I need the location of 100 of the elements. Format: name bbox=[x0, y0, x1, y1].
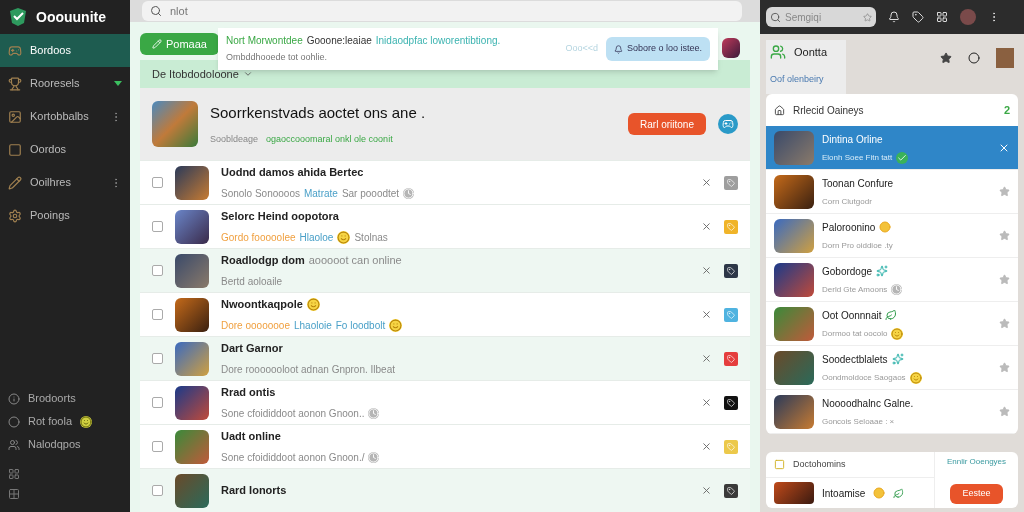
text: Roadlodgp dom bbox=[221, 252, 305, 268]
note-icon bbox=[774, 459, 785, 470]
star-icon[interactable] bbox=[999, 186, 1010, 197]
game-thumbnail bbox=[175, 341, 209, 376]
game-thumbnail bbox=[774, 218, 814, 253]
game-thumbnail bbox=[175, 297, 209, 332]
search-field[interactable]: nlot bbox=[142, 1, 742, 21]
item-title: Paloroonino bbox=[822, 220, 876, 235]
circle-icon[interactable] bbox=[968, 52, 980, 64]
clock-icon bbox=[403, 188, 415, 200]
close-icon[interactable] bbox=[701, 397, 712, 408]
close-icon[interactable] bbox=[701, 309, 712, 320]
game-thumbnail bbox=[774, 306, 814, 341]
close-icon[interactable] bbox=[701, 353, 712, 364]
text: Rrad ontis bbox=[221, 384, 276, 400]
action-button[interactable]: Eestee bbox=[950, 484, 1003, 504]
profile-name: Oontta bbox=[794, 45, 828, 60]
bell-icon[interactable] bbox=[888, 11, 900, 23]
text: Sar pooodtet bbox=[341, 187, 400, 202]
play-button[interactable]: Rarl oriitone bbox=[628, 113, 706, 135]
recent-item[interactable]: Soodectblalets Oondmoldoce Saogaos bbox=[766, 346, 1018, 390]
checkbox[interactable] bbox=[152, 397, 163, 408]
grid-icon[interactable] bbox=[936, 11, 948, 23]
star-icon[interactable] bbox=[863, 12, 872, 22]
item-subtitle: Dormoo tat oocolo bbox=[822, 327, 888, 340]
game-thumbnail bbox=[175, 429, 209, 464]
card-link[interactable]: Ennlir Ooengyes bbox=[946, 456, 1007, 468]
close-icon[interactable] bbox=[701, 265, 712, 276]
sidebar-item[interactable]: Oordos bbox=[0, 133, 130, 166]
star-icon[interactable] bbox=[999, 406, 1010, 417]
item-title: Soodectblalets bbox=[822, 352, 888, 367]
smiley-icon bbox=[306, 297, 320, 311]
header-title: Soorrkenstvads aoctet ons ane . bbox=[210, 103, 427, 123]
game-thumbnail bbox=[175, 385, 209, 420]
close-icon[interactable] bbox=[701, 485, 712, 496]
sidebar-item[interactable]: Kortobbalbs bbox=[0, 100, 130, 133]
game-row[interactable]: Rrad ontis Sone cfoididdoot aonon Gnoon.. bbox=[140, 380, 750, 424]
smiley-icon bbox=[337, 231, 351, 245]
sparkle-icon bbox=[876, 265, 889, 277]
sidebar-link[interactable]: Nalodqpos bbox=[0, 433, 130, 456]
recent-item[interactable]: Toonan Confure Corn Clutgodr bbox=[766, 170, 1018, 214]
game-row[interactable]: Uadt online Sone cfoididdoot aonon Gnoon./ bbox=[140, 424, 750, 468]
star-icon[interactable] bbox=[999, 274, 1010, 285]
controller-icon[interactable] bbox=[718, 114, 738, 134]
item-title: Dintina Orline bbox=[822, 132, 883, 147]
checkbox[interactable] bbox=[152, 265, 163, 276]
item-icon bbox=[8, 109, 22, 124]
game-thumbnail bbox=[152, 101, 198, 147]
app-name: Ooouunite bbox=[36, 7, 106, 27]
item-title: Gobordoge bbox=[822, 264, 873, 279]
text: Sone cfoididdoot aonon Gnoon.. bbox=[221, 407, 365, 422]
game-row[interactable]: Uodnd damos ahida Bertec Sonolo Sonoooos Matrate Sar pooodtet bbox=[140, 160, 750, 204]
item-icon bbox=[8, 175, 22, 190]
item-icon bbox=[8, 438, 20, 451]
tag-icon[interactable] bbox=[912, 11, 924, 23]
close-icon[interactable] bbox=[701, 441, 712, 452]
text: Stolnas bbox=[354, 231, 388, 246]
leaf-icon bbox=[893, 487, 905, 499]
star-icon[interactable] bbox=[999, 230, 1010, 241]
smiley-icon bbox=[909, 371, 922, 384]
text: Selorc Heind oopotora bbox=[221, 208, 339, 224]
popup-action-button[interactable]: Sobore o loo istee. bbox=[605, 37, 710, 61]
logo-icon bbox=[8, 7, 28, 27]
text: Lhaoloie bbox=[293, 319, 332, 334]
sidebar-item[interactable]: Rooresels bbox=[0, 67, 130, 100]
recent-item[interactable]: Oot Oonnnait Dormoo tat oocolo bbox=[766, 302, 1018, 346]
sidebar-link[interactable]: Brodoorts bbox=[0, 387, 130, 410]
game-row[interactable]: Dart Garnor Dore rooooooloot adnan Gnpron. Ilbeat bbox=[140, 336, 750, 380]
checkbox[interactable] bbox=[152, 441, 163, 452]
recent-item[interactable]: Dintina Orline Elonh Soee Fitn tatt bbox=[766, 126, 1018, 170]
text: Dart Garnor bbox=[221, 340, 283, 356]
item-icon bbox=[8, 43, 22, 58]
checkbox[interactable] bbox=[152, 309, 163, 320]
checkbox[interactable] bbox=[152, 221, 163, 232]
star-icon[interactable] bbox=[940, 52, 952, 64]
game-row[interactable]: Selorc Heind oopotora Gordo fooooolee Hlaoloe Stolnas bbox=[140, 204, 750, 248]
game-thumbnail bbox=[774, 394, 814, 429]
sidebar-item[interactable]: Pooings bbox=[0, 199, 130, 232]
text: Matrate bbox=[303, 187, 338, 202]
user-avatar[interactable] bbox=[722, 38, 740, 58]
recent-item[interactable]: Gobordoge Derld Gte Amoons bbox=[766, 258, 1018, 302]
star-icon[interactable] bbox=[999, 362, 1010, 373]
sidebar-item[interactable]: Ooilhres bbox=[0, 166, 130, 199]
recent-item[interactable]: Paloroonino Dorn Pro oiddioe .ty bbox=[766, 214, 1018, 258]
game-row[interactable]: Rard Ionorts bbox=[140, 468, 750, 512]
game-row[interactable]: Roadlodgp dom aooooot can online Bertd aoloaile bbox=[140, 248, 750, 292]
card-title: Rrlecid Oaineys bbox=[793, 103, 865, 118]
recent-item[interactable]: Noooodhalnc Galne. Goncois Seloaae : × bbox=[766, 390, 1018, 434]
sidebar-link[interactable]: Rot foola bbox=[0, 410, 130, 433]
checkbox[interactable] bbox=[152, 177, 163, 188]
clock-icon bbox=[368, 408, 380, 420]
checkbox[interactable] bbox=[152, 485, 163, 496]
star-icon[interactable] bbox=[999, 318, 1010, 329]
profile-link[interactable]: Oof olenbeiry bbox=[770, 72, 842, 86]
sparkle-icon bbox=[891, 353, 904, 365]
close-icon[interactable] bbox=[701, 177, 712, 188]
sidebar-item[interactable]: Bordoos bbox=[0, 34, 130, 67]
close-icon[interactable] bbox=[701, 221, 712, 232]
checkbox[interactable] bbox=[152, 353, 163, 364]
game-row[interactable]: Nwoontkaqpole Dore oooooooe Lhaoloie Fo loodbolt bbox=[140, 292, 750, 336]
